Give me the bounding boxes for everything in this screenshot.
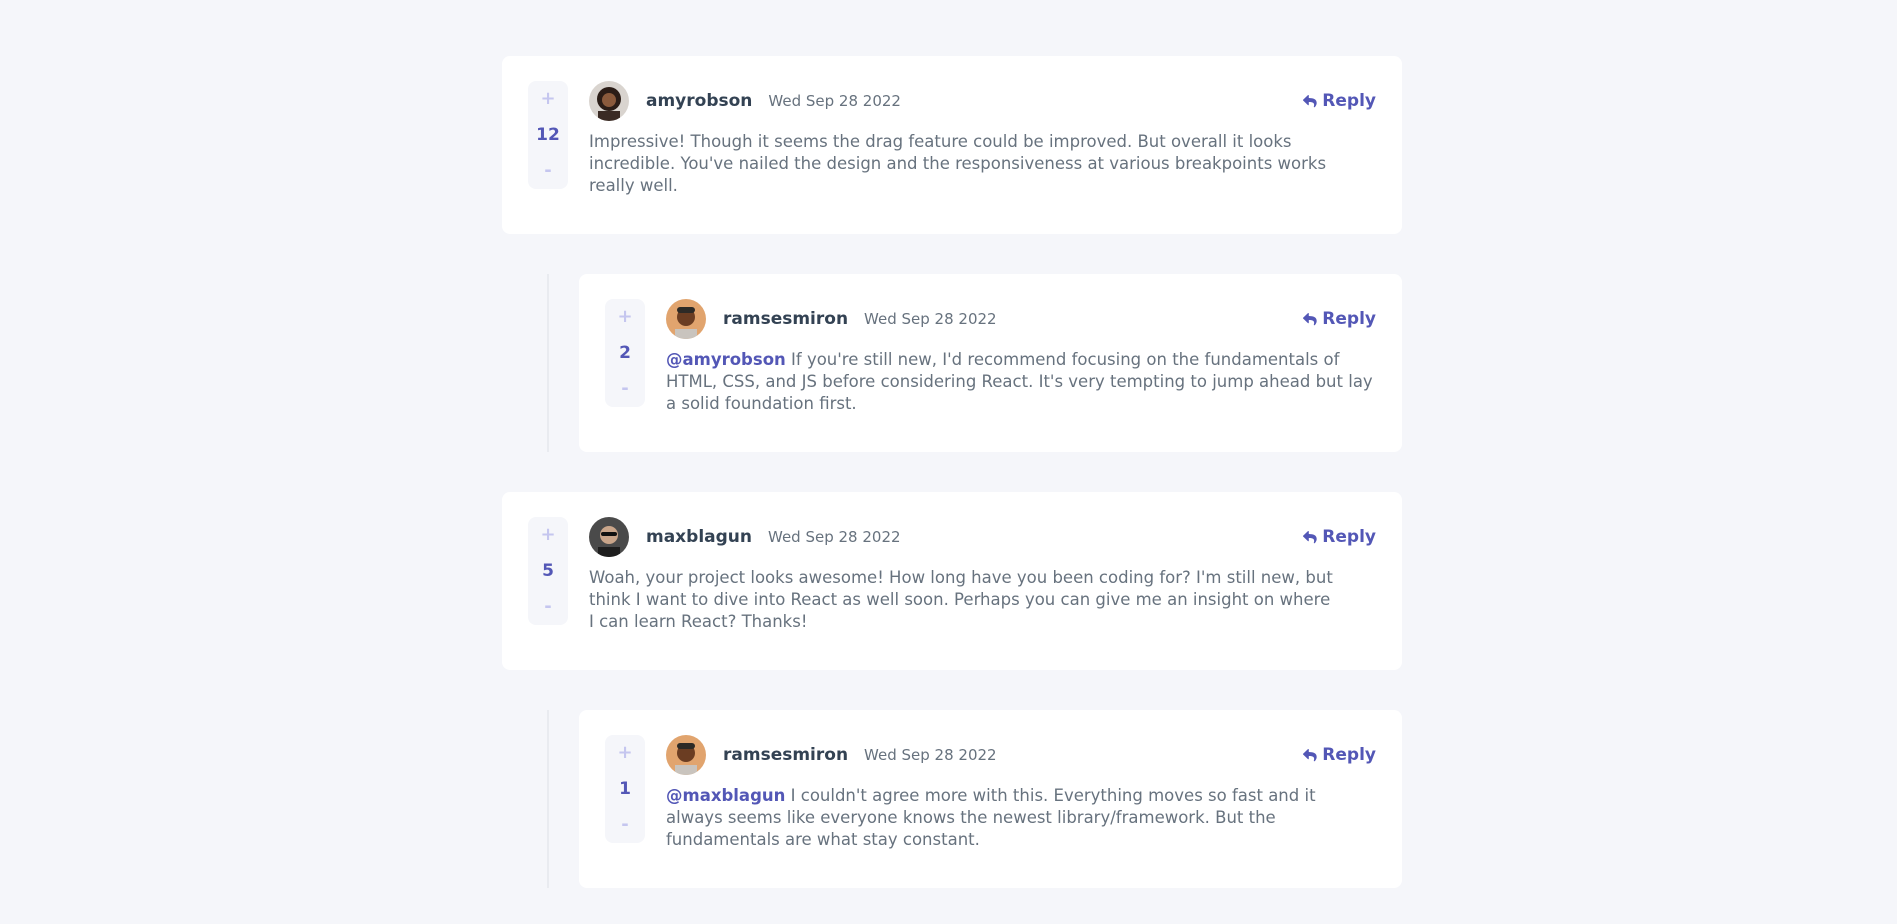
reply-icon [1303, 530, 1317, 543]
reply-card: + 1 - ramsesmiron Wed Sep 28 2022 Reply … [579, 710, 1402, 888]
vote-score: 1 [619, 779, 631, 799]
avatar [589, 517, 629, 557]
comment-text: @amyrobson If you're still new, I'd reco… [666, 349, 1376, 415]
comment-header: maxblagun Wed Sep 28 2022 Reply [589, 517, 1376, 557]
reply-button[interactable]: Reply [1303, 527, 1376, 547]
comment-body: amyrobson Wed Sep 28 2022 Reply Impressi… [589, 81, 1376, 234]
vote-score: 2 [619, 343, 631, 363]
downvote-button[interactable]: - [544, 589, 551, 625]
vote-score: 12 [536, 125, 560, 145]
upvote-button[interactable]: + [617, 735, 632, 771]
comment-date: Wed Sep 28 2022 [768, 92, 901, 110]
reply-icon [1303, 94, 1317, 107]
comment-card: + 5 - maxblagun Wed Sep 28 2022 Reply Wo… [502, 492, 1402, 670]
comment-body: ramsesmiron Wed Sep 28 2022 Reply @amyro… [666, 299, 1376, 452]
reply-label: Reply [1322, 527, 1376, 547]
comment-header: amyrobson Wed Sep 28 2022 Reply [589, 81, 1376, 121]
username[interactable]: maxblagun [646, 527, 752, 547]
avatar [666, 299, 706, 339]
reply-label: Reply [1322, 309, 1376, 329]
reply-button[interactable]: Reply [1303, 309, 1376, 329]
reply-button[interactable]: Reply [1303, 91, 1376, 111]
username[interactable]: amyrobson [646, 91, 752, 111]
comment-content: Impressive! Though it seems the drag fea… [589, 132, 1327, 195]
reply-card: + 2 - ramsesmiron Wed Sep 28 2022 Reply … [579, 274, 1402, 452]
thread-line [547, 710, 549, 888]
comment-text: Impressive! Though it seems the drag fea… [589, 131, 1334, 197]
downvote-button[interactable]: - [544, 153, 551, 189]
comment-text: @maxblagun I couldn't agree more with th… [666, 785, 1376, 851]
upvote-button[interactable]: + [540, 81, 555, 117]
comment-date: Wed Sep 28 2022 [768, 528, 901, 546]
comment-body: ramsesmiron Wed Sep 28 2022 Reply @maxbl… [666, 735, 1376, 888]
vote-control: + 1 - [605, 735, 645, 843]
vote-control: + 2 - [605, 299, 645, 407]
comment-card: + 12 - amyrobson Wed Sep 28 2022 Reply I… [502, 56, 1402, 234]
comment-date: Wed Sep 28 2022 [864, 310, 997, 328]
vote-control: + 5 - [528, 517, 568, 625]
username[interactable]: ramsesmiron [723, 745, 848, 765]
reply-icon [1303, 748, 1317, 761]
vote-score: 5 [542, 561, 554, 581]
mention-link[interactable]: @maxblagun [666, 786, 785, 805]
reply-icon [1303, 312, 1317, 325]
comment-content: Woah, your project looks awesome! How lo… [589, 568, 1333, 631]
comment-body: maxblagun Wed Sep 28 2022 Reply Woah, yo… [589, 517, 1376, 670]
reply-label: Reply [1322, 91, 1376, 111]
mention-link[interactable]: @amyrobson [666, 350, 786, 369]
reply-thread: + 1 - ramsesmiron Wed Sep 28 2022 Reply … [502, 710, 1402, 888]
comment-header: ramsesmiron Wed Sep 28 2022 Reply [666, 299, 1376, 339]
comment-text: Woah, your project looks awesome! How lo… [589, 567, 1334, 633]
thread-line [547, 274, 549, 452]
reply-button[interactable]: Reply [1303, 745, 1376, 765]
comment-thread: + 12 - amyrobson Wed Sep 28 2022 Reply I… [502, 56, 1402, 888]
reply-thread: + 2 - ramsesmiron Wed Sep 28 2022 Reply … [502, 274, 1402, 452]
upvote-button[interactable]: + [617, 299, 632, 335]
username[interactable]: ramsesmiron [723, 309, 848, 329]
reply-label: Reply [1322, 745, 1376, 765]
upvote-button[interactable]: + [540, 517, 555, 553]
comment-date: Wed Sep 28 2022 [864, 746, 997, 764]
avatar [589, 81, 629, 121]
downvote-button[interactable]: - [621, 807, 628, 843]
comment-header: ramsesmiron Wed Sep 28 2022 Reply [666, 735, 1376, 775]
avatar [666, 735, 706, 775]
downvote-button[interactable]: - [621, 371, 628, 407]
vote-control: + 12 - [528, 81, 568, 189]
